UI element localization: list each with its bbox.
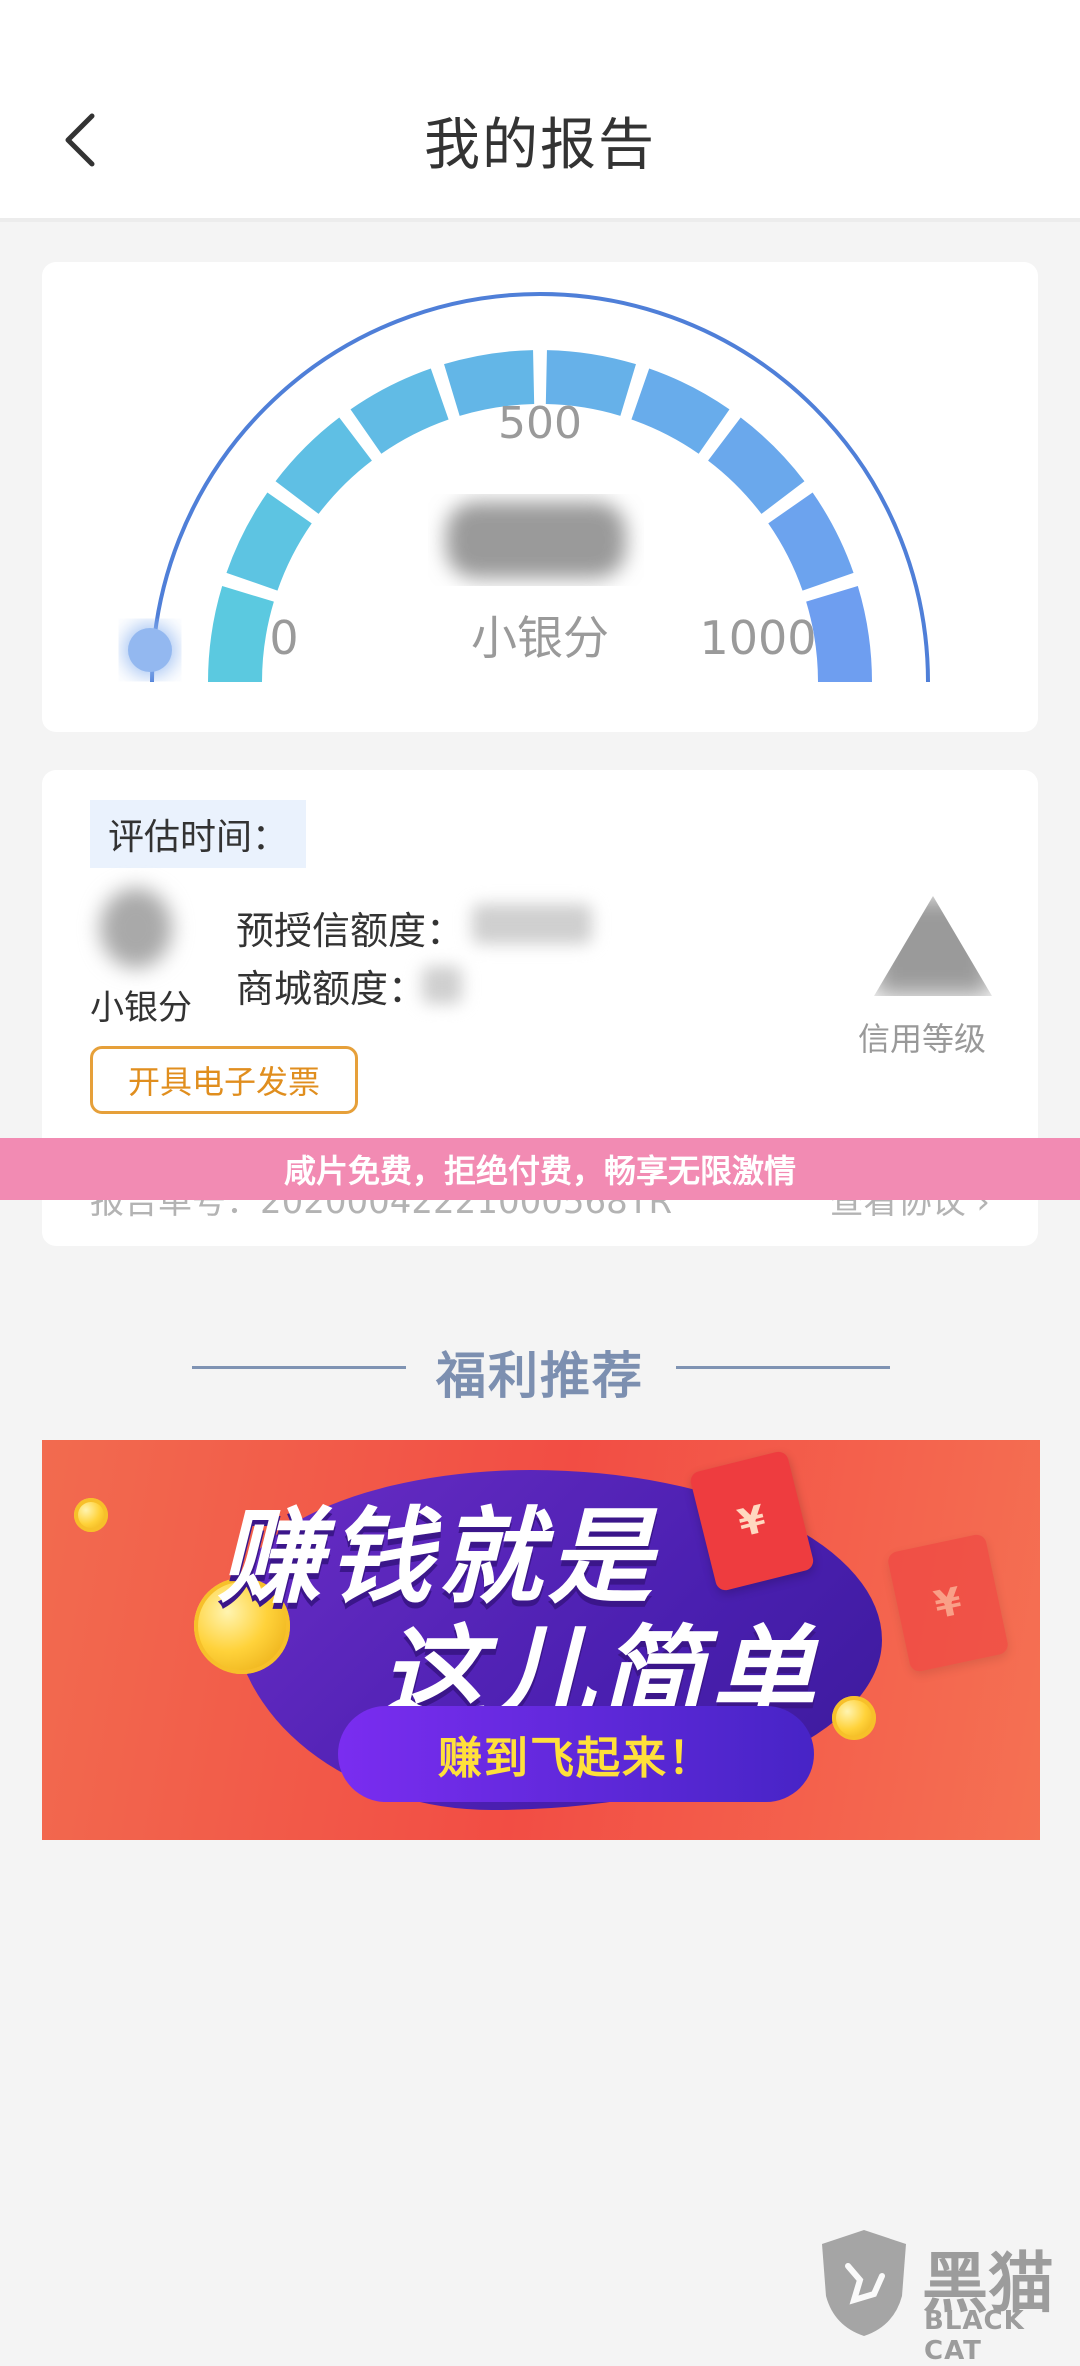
- red-envelope-icon: ¥: [886, 1532, 1010, 1674]
- gauge-segment: [226, 492, 312, 591]
- overlay-banner: 咸片免费，拒绝付费，畅享无限激情: [0, 1138, 1080, 1200]
- gauge-score-label: 小银分: [471, 611, 609, 665]
- gauge-segment: [631, 368, 730, 454]
- shield-cat-logo-icon: [822, 2230, 906, 2336]
- score-gauge-card: 500 0 1000 小银分: [42, 262, 1038, 732]
- mall-limit-value-obscured: [422, 966, 462, 1004]
- gauge-segment: [275, 417, 372, 514]
- divider-right: [676, 1366, 890, 1369]
- pre-credit-value-obscured: [472, 904, 592, 944]
- credit-level-obscured: [874, 896, 992, 996]
- promo-banner[interactable]: ¥ ¥ 赚钱就是 这儿简单 赚到飞起来！: [42, 1440, 1040, 1840]
- evaluation-time-label: 评估时间：: [90, 800, 307, 868]
- issue-invoice-button[interactable]: 开具电子发票: [90, 1046, 358, 1114]
- gauge-mid-label: 500: [498, 398, 582, 449]
- black-cat-watermark: 黑猫 BLACK CAT: [806, 2226, 1076, 2366]
- gauge-segment: [708, 417, 805, 514]
- gauge-min-label: 0: [269, 611, 298, 665]
- welfare-section-header: 福利推荐: [0, 1336, 1080, 1405]
- page-title: 我的报告: [424, 113, 656, 178]
- gauge-max-label: 1000: [699, 611, 816, 665]
- coin-icon: [832, 1696, 876, 1740]
- app-header: 我的报告: [0, 0, 1080, 222]
- score-avatar-obscured: [100, 888, 172, 968]
- score-value-obscured: [446, 502, 626, 578]
- gauge-segment: [208, 586, 274, 682]
- promo-cta-button[interactable]: 赚到飞起来！: [338, 1706, 814, 1802]
- coin-icon: [74, 1498, 108, 1532]
- score-gauge: 500 0 1000 小银分: [124, 292, 930, 683]
- gauge-segment: [350, 368, 449, 454]
- gauge-segment: [768, 492, 854, 591]
- pre-credit-limit-label: 预授信额度：: [236, 909, 465, 953]
- watermark-subtext: BLACK CAT: [924, 2306, 1025, 2366]
- score-label: 小银分: [90, 988, 192, 1028]
- credit-level-label: 信用等级: [858, 1020, 987, 1058]
- welfare-title: 福利推荐: [436, 1347, 644, 1405]
- mall-limit-label: 商城额度：: [236, 967, 427, 1011]
